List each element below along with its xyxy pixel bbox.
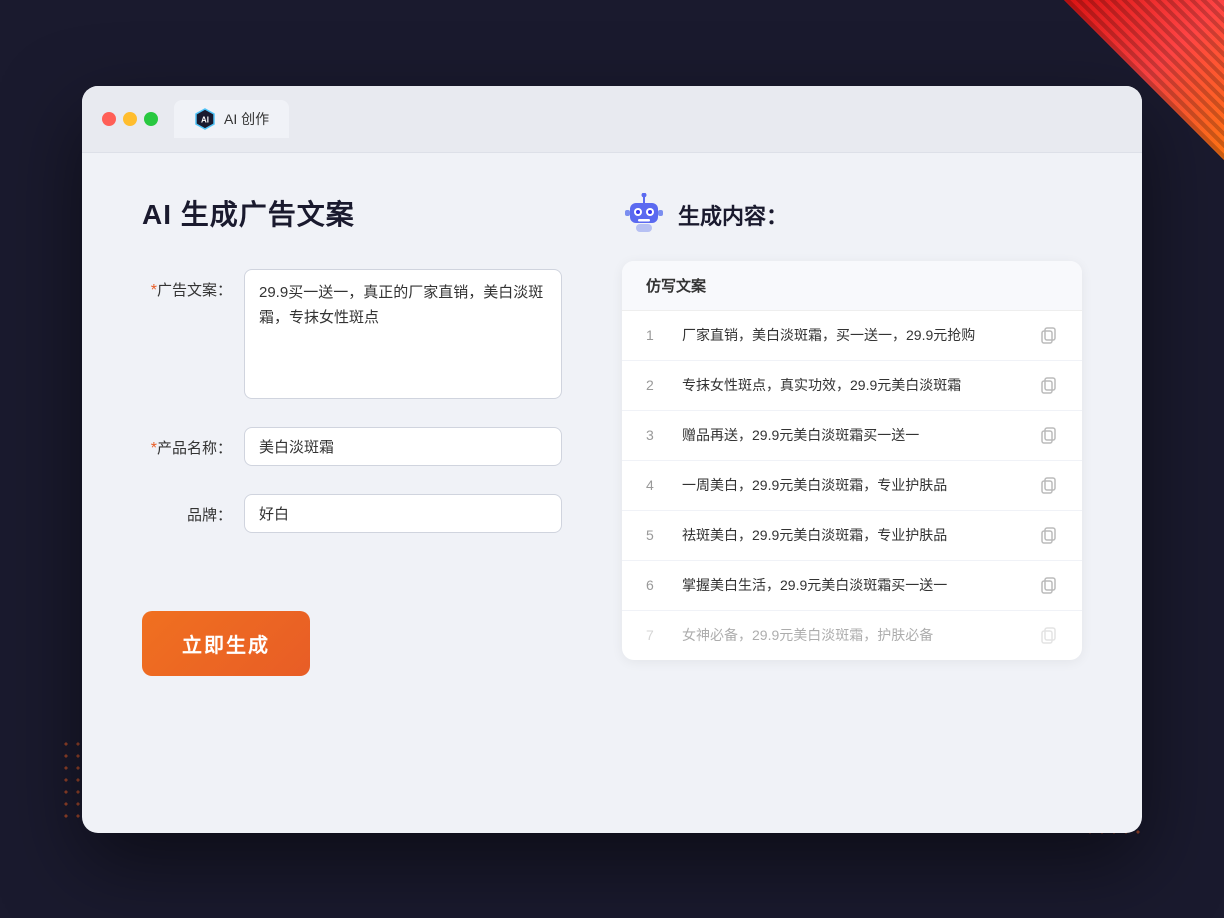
copy-icon[interactable] <box>1038 475 1058 495</box>
robot-icon <box>622 193 666 237</box>
product-name-group: *产品名称： <box>142 427 562 466</box>
left-panel: AI 生成广告文案 *广告文案： *产品名称： 品牌： 立即生成 <box>142 193 562 793</box>
ai-logo-icon: AI <box>194 108 216 130</box>
result-number: 6 <box>646 577 666 593</box>
result-number: 5 <box>646 527 666 543</box>
result-text: 专抹女性斑点，真实功效，29.9元美白淡斑霜 <box>682 375 1022 396</box>
copy-icon[interactable] <box>1038 575 1058 595</box>
tab-ai-creation[interactable]: AI AI 创作 <box>174 100 289 138</box>
minimize-button[interactable] <box>123 112 137 126</box>
ad-copy-label: *广告文案： <box>142 269 232 300</box>
copy-icon[interactable] <box>1038 425 1058 445</box>
result-number: 2 <box>646 377 666 393</box>
generate-button[interactable]: 立即生成 <box>142 611 310 676</box>
result-text: 祛斑美白，29.9元美白淡斑霜，专业护肤品 <box>682 525 1022 546</box>
table-row: 7 女神必备，29.9元美白淡斑霜，护肤必备 <box>622 611 1082 660</box>
brand-group: 品牌： <box>142 494 562 533</box>
close-button[interactable] <box>102 112 116 126</box>
result-text: 掌握美白生活，29.9元美白淡斑霜买一送一 <box>682 575 1022 596</box>
product-name-input[interactable] <box>244 427 562 466</box>
copy-icon[interactable] <box>1038 325 1058 345</box>
results-container: 仿写文案 1 厂家直销，美白淡斑霜，买一送一，29.9元抢购 2 专抹女性斑点，真实… <box>622 261 1082 660</box>
result-number: 4 <box>646 477 666 493</box>
table-row: 5 祛斑美白，29.9元美白淡斑霜，专业护肤品 <box>622 511 1082 561</box>
table-row: 4 一周美白，29.9元美白淡斑霜，专业护肤品 <box>622 461 1082 511</box>
svg-text:AI: AI <box>201 115 209 124</box>
ad-copy-input[interactable] <box>244 269 562 399</box>
result-text: 厂家直销，美白淡斑霜，买一送一，29.9元抢购 <box>682 325 1022 346</box>
result-text: 一周美白，29.9元美白淡斑霜，专业护肤品 <box>682 475 1022 496</box>
brand-input[interactable] <box>244 494 562 533</box>
table-row: 2 专抹女性斑点，真实功效，29.9元美白淡斑霜 <box>622 361 1082 411</box>
result-number: 1 <box>646 327 666 343</box>
table-row: 6 掌握美白生活，29.9元美白淡斑霜买一送一 <box>622 561 1082 611</box>
copy-icon[interactable] <box>1038 375 1058 395</box>
right-header: 生成内容： <box>622 193 1082 237</box>
copy-icon[interactable] <box>1038 625 1058 645</box>
table-row: 3 赠品再送，29.9元美白淡斑霜买一送一 <box>622 411 1082 461</box>
copy-icon[interactable] <box>1038 525 1058 545</box>
brand-label: 品牌： <box>142 494 232 525</box>
main-content: AI 生成广告文案 *广告文案： *产品名称： 品牌： 立即生成 <box>82 153 1142 833</box>
result-text: 赠品再送，29.9元美白淡斑霜买一送一 <box>682 425 1022 446</box>
traffic-lights <box>102 112 158 126</box>
results-list: 1 厂家直销，美白淡斑霜，买一送一，29.9元抢购 2 专抹女性斑点，真实功效，29… <box>622 311 1082 660</box>
result-number: 3 <box>646 427 666 443</box>
tab-label: AI 创作 <box>224 109 269 129</box>
browser-window: AI AI 创作 AI 生成广告文案 *广告文案： *产品名称： <box>82 86 1142 833</box>
right-title: 生成内容： <box>678 199 788 231</box>
right-panel: 生成内容： 仿写文案 1 厂家直销，美白淡斑霜，买一送一，29.9元抢购 2 专抹女… <box>622 193 1082 793</box>
page-title: AI 生成广告文案 <box>142 193 562 233</box>
result-text: 女神必备，29.9元美白淡斑霜，护肤必备 <box>682 625 1022 646</box>
product-name-label: *产品名称： <box>142 427 232 458</box>
ad-copy-group: *广告文案： <box>142 269 562 399</box>
title-bar: AI AI 创作 <box>82 86 1142 153</box>
result-number: 7 <box>646 627 666 643</box>
results-header: 仿写文案 <box>622 261 1082 311</box>
table-row: 1 厂家直销，美白淡斑霜，买一送一，29.9元抢购 <box>622 311 1082 361</box>
maximize-button[interactable] <box>144 112 158 126</box>
